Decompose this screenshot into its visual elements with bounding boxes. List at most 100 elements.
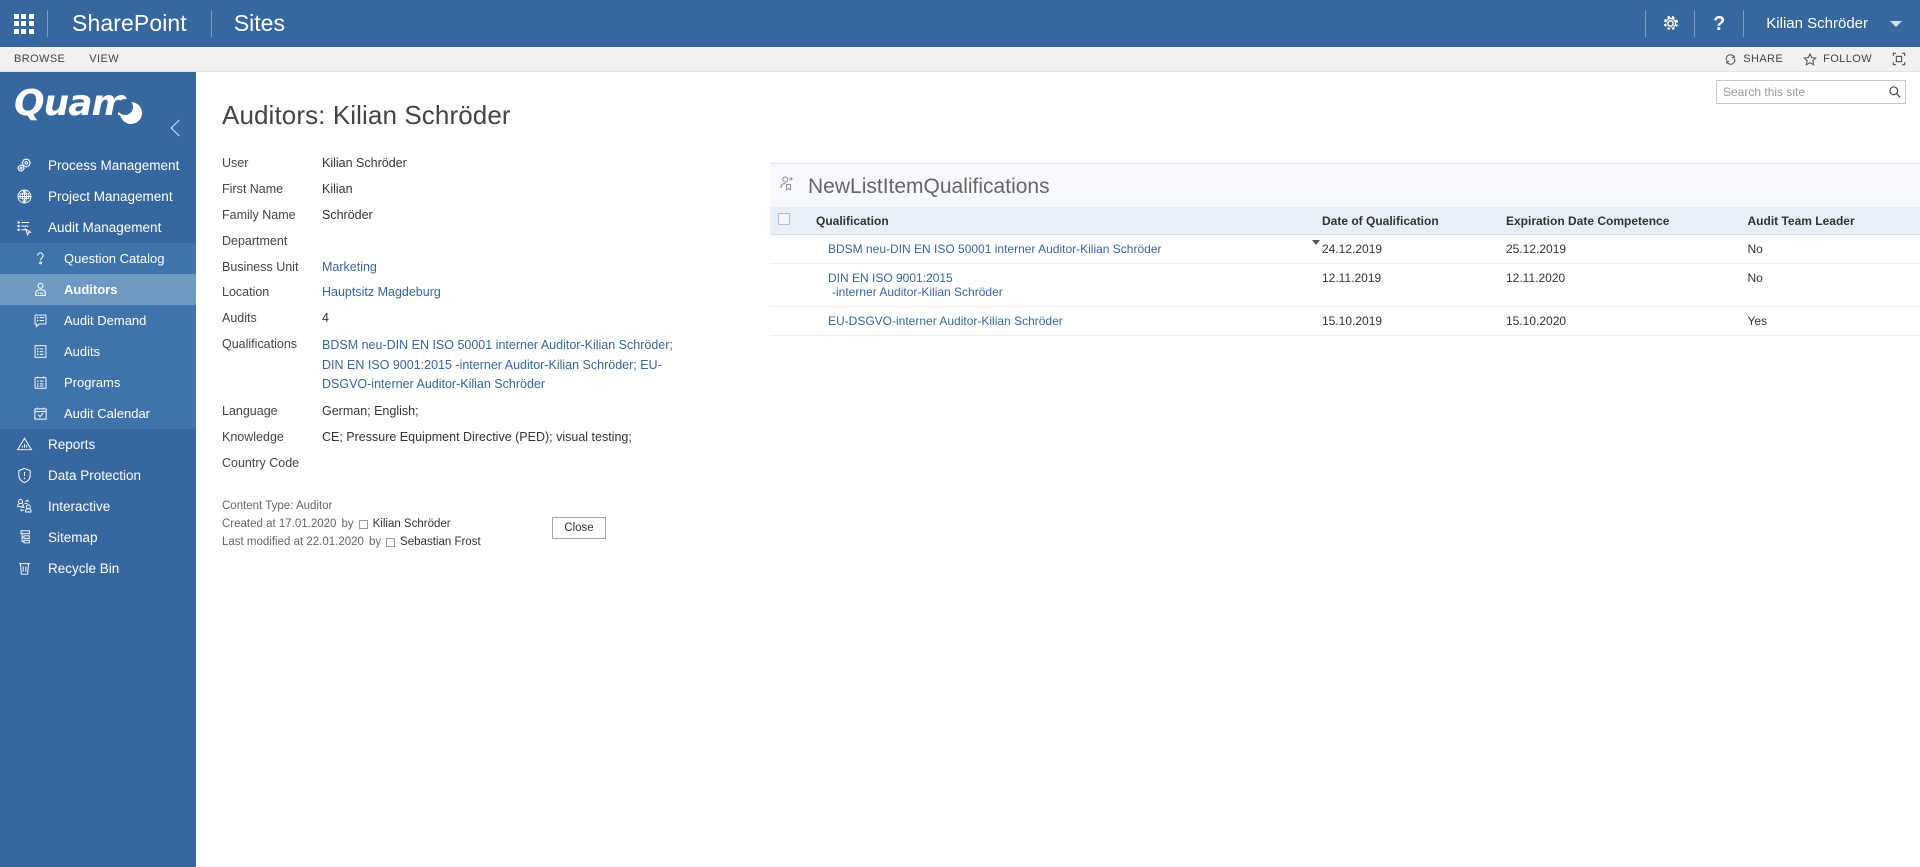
left-navigation: Quam Process Management Project Manageme…	[0, 72, 196, 867]
list-cursor-icon	[14, 218, 34, 238]
main-content: Auditors: Kilian Schröder User Kilian Sc…	[196, 72, 1920, 867]
table-row[interactable]: DIN EN ISO 9001:2015 -interner Auditor-K…	[770, 263, 1920, 307]
row-checkbox-cell	[770, 306, 816, 336]
field-label: Department	[222, 233, 288, 248]
field-value-link[interactable]: Hauptsitz Magdeburg	[322, 284, 441, 301]
tab-browse[interactable]: BROWSE	[14, 53, 65, 65]
tab-view[interactable]: VIEW	[89, 53, 119, 65]
ribbon-tabs: BROWSE VIEW	[0, 53, 119, 65]
column-header-date-of-qualification[interactable]: Date of Qualification	[1322, 207, 1506, 235]
field-label: Country Code	[222, 456, 300, 470]
column-header-audit-team-leader[interactable]: Audit Team Leader	[1747, 207, 1920, 235]
calendar-check-icon	[30, 404, 50, 424]
ribbon-actions: SHARE FOLLOW	[1724, 52, 1920, 66]
cell-qualification: BDSM neu-DIN EN ISO 50001 interner Audit…	[816, 234, 1322, 264]
follow-button[interactable]: FOLLOW	[1803, 52, 1872, 66]
suite-bar-left: SharePoint Sites	[0, 0, 307, 47]
field-label: Qualifications	[222, 337, 298, 352]
date-value: 24.12.2019	[1322, 242, 1383, 256]
qualification-line-1: DIN EN ISO 9001:2015	[828, 271, 953, 285]
sites-link[interactable]: Sites	[212, 0, 307, 47]
form-actions: Close	[552, 517, 742, 540]
star-icon	[1803, 52, 1818, 66]
question-mark-icon[interactable]: ?	[1695, 0, 1743, 47]
created-by-person[interactable]: Kilian Schröder	[373, 516, 451, 534]
table-row[interactable]: EU-DSGVO-interner Auditor-Kilian Schröde…	[770, 306, 1920, 336]
modified-by-label: by	[368, 535, 382, 548]
app-launcher-icon[interactable]	[0, 0, 47, 47]
column-header-qualification[interactable]: Qualification	[816, 207, 1322, 235]
sidebar-item-audit-calendar[interactable]: Audit Calendar	[0, 398, 196, 429]
sidebar-item-process-management[interactable]: Process Management	[0, 150, 196, 181]
sidebar-item-recycle-bin[interactable]: Recycle Bin	[0, 553, 196, 584]
sidebar-item-label: Audit Management	[48, 220, 162, 235]
field-value-link[interactable]: Marketing	[322, 259, 377, 276]
qualifications-header: NewListItemQualifications	[770, 164, 1920, 207]
follow-label: FOLLOW	[1823, 53, 1872, 65]
column-header-expiration-date[interactable]: Expiration Date Competence	[1506, 207, 1748, 235]
presence-icon	[386, 537, 396, 547]
sidebar-item-interactive[interactable]: Interactive	[0, 491, 196, 522]
modified-by-person[interactable]: Sebastian Frost	[400, 534, 481, 552]
created-text: Created at 17.01.2020	[222, 517, 337, 530]
qualification-link[interactable]: DIN EN ISO 9001:2015 -interner Auditor-K…	[816, 271, 1003, 299]
sidebar-item-audit-management[interactable]: Audit Management	[0, 212, 196, 243]
sharepoint-brand[interactable]: SharePoint	[48, 0, 211, 47]
cell-qualification: DIN EN ISO 9001:2015 -interner Auditor-K…	[816, 263, 1322, 307]
chevron-down-icon[interactable]	[1312, 240, 1320, 245]
qualifications-webpart: NewListItemQualifications Qualification …	[770, 163, 1920, 336]
table-row[interactable]: BDSM neu-DIN EN ISO 50001 interner Audit…	[770, 234, 1920, 264]
field-row-business-unit: Business Unit Marketing	[222, 259, 742, 276]
quam-logo[interactable]: Quam	[0, 72, 196, 142]
sidebar-item-reports[interactable]: Reports	[0, 429, 196, 460]
person-badge-icon	[30, 280, 50, 300]
close-button[interactable]: Close	[552, 517, 606, 540]
sidebar-item-project-management[interactable]: Project Management	[0, 181, 196, 212]
field-label: Knowledge	[222, 430, 284, 445]
field-row-qualifications: Qualifications BDSM neu-DIN EN ISO 50001…	[222, 336, 742, 394]
two-people-exchange-icon	[14, 497, 34, 517]
auditor-detail-form: User Kilian Schröder First Name Kilian F…	[222, 131, 742, 548]
qualification-link[interactable]: BDSM neu-DIN EN ISO 50001 interner Audit…	[816, 242, 1162, 256]
sidebar-item-data-protection[interactable]: Data Protection	[0, 460, 196, 491]
cell-audit-team-leader: No	[1747, 263, 1920, 307]
search-input[interactable]	[1717, 81, 1884, 103]
sidebar-item-programs[interactable]: Programs	[0, 367, 196, 398]
sidebar-item-sitemap[interactable]: Sitemap	[0, 522, 196, 553]
chevron-down-icon	[1890, 20, 1902, 27]
select-all-checkbox[interactable]	[778, 213, 790, 225]
site-search	[1716, 80, 1906, 104]
field-value: CE; Pressure Equipment Directive (PED); …	[322, 430, 632, 445]
qualifications-table: Qualification Date of Qualification Expi…	[770, 207, 1920, 336]
sidebar-item-question-catalog[interactable]: Question Catalog	[0, 243, 196, 274]
qualification-link[interactable]: EU-DSGVO-interner Auditor-Kilian Schröde…	[816, 314, 1063, 328]
question-mark-icon	[30, 249, 50, 269]
presence-icon	[358, 520, 368, 530]
sidebar-item-audits[interactable]: Audits	[0, 336, 196, 367]
field-value: German; English;	[322, 404, 419, 419]
field-row-location: Location Hauptsitz Magdeburg	[222, 284, 742, 301]
search-icon[interactable]	[1884, 81, 1905, 103]
field-row-family-name: Family Name Schröder	[222, 207, 742, 224]
chevron-left-icon[interactable]	[168, 118, 184, 144]
field-value: Schröder	[322, 207, 373, 222]
sidebar-item-label: Sitemap	[48, 530, 98, 545]
sidebar-item-label: Reports	[48, 437, 96, 452]
sidebar-item-label: Question Catalog	[64, 251, 165, 266]
sidebar-item-label: Audit Demand	[64, 313, 147, 328]
field-value-link[interactable]: BDSM neu-DIN EN ISO 50001 interner Audit…	[322, 336, 692, 394]
gears-icon	[14, 156, 34, 176]
gear-icon[interactable]	[1646, 0, 1694, 47]
share-button[interactable]: SHARE	[1724, 53, 1783, 66]
globe-box-icon	[14, 187, 34, 207]
focus-on-content-button[interactable]	[1892, 52, 1906, 66]
cell-expiration-date: 12.11.2020	[1506, 263, 1748, 307]
list-clipboard-icon	[30, 373, 50, 393]
field-label: Audits	[222, 311, 257, 326]
suite-bar: SharePoint Sites ? Kilian Schröder	[0, 0, 1920, 47]
sidebar-item-audit-demand[interactable]: Audit Demand	[0, 305, 196, 336]
shield-alert-icon	[14, 466, 34, 486]
sidebar-item-auditors[interactable]: Auditors	[0, 274, 196, 305]
sidebar-item-label: Audits	[64, 344, 101, 359]
user-menu[interactable]: Kilian Schröder	[1744, 0, 1920, 47]
